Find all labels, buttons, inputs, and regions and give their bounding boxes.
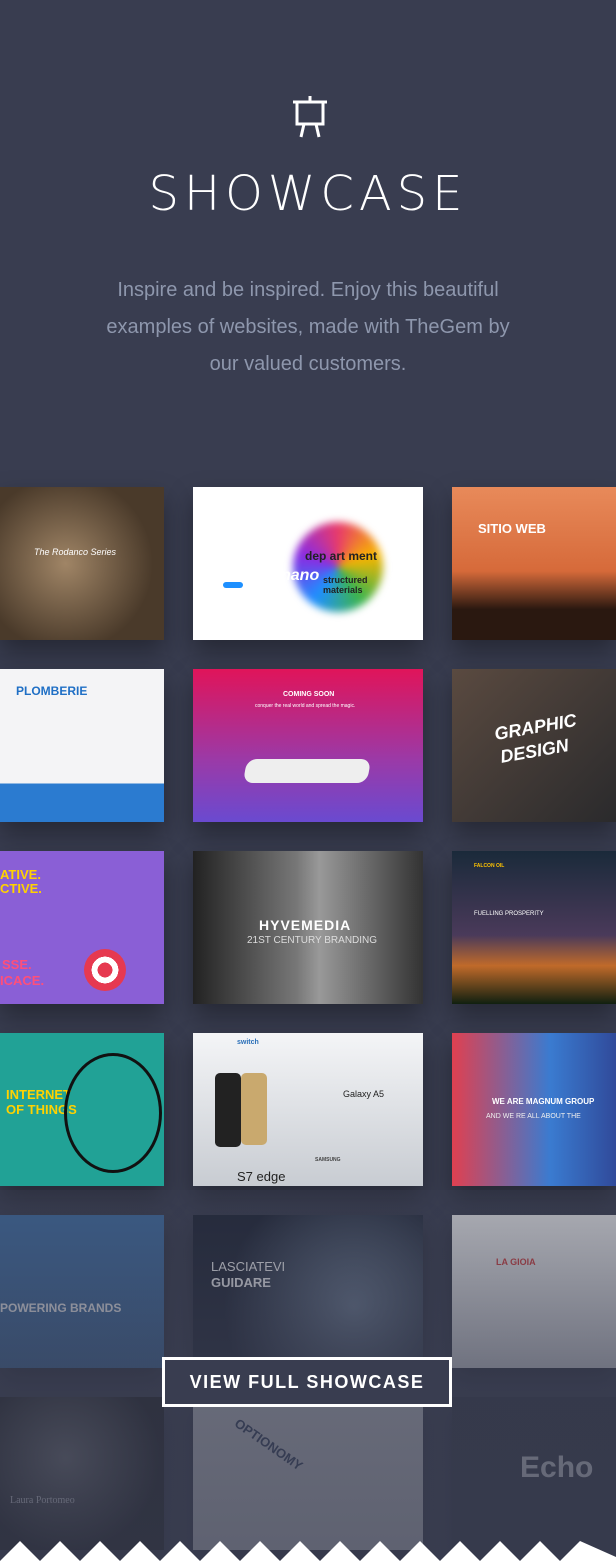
thumb-text: Laura Portomeo <box>10 1495 75 1506</box>
showcase-thumb-la-gioia[interactable]: LA GIOIA <box>452 1215 616 1368</box>
showcase-thumb-department[interactable]: dep art ment nano structured materials <box>193 487 423 640</box>
thumb-text: COMING SOON <box>283 691 335 698</box>
thumb-text: SITIO WEB <box>478 521 546 536</box>
showcase-thumb-weblugano[interactable]: LASCIATEVI GUIDARE <box>193 1215 423 1368</box>
thumb-text: LASCIATEVI <box>211 1259 286 1274</box>
showcase-thumb-laura-portomeo[interactable]: Laura Portomeo <box>0 1397 164 1550</box>
thumb-text: FUELLING PROSPERITY <box>474 911 544 917</box>
showcase-thumb-rodanco[interactable]: The Rodanco Series <box>0 487 164 640</box>
thumb-text: 21ST CENTURY BRANDING <box>247 935 378 946</box>
page-title: SHOWCASE <box>148 166 468 222</box>
showcase-thumb-graphic-design[interactable]: GRAPHIC DESIGN <box>452 669 616 822</box>
showcase-thumb-creative[interactable]: ATIVE. CTIVE. SSE. ICACE. <box>0 851 164 1004</box>
thumb-text: ATIVE. <box>0 867 41 882</box>
showcase-thumb-powering-brands[interactable]: POWERING BRANDS <box>0 1215 164 1368</box>
showcase-thumb-hiya[interactable]: COMING SOON conquer the real world and s… <box>193 669 423 822</box>
thumb-text: nano <box>281 567 320 584</box>
thumb-text: WE ARE MAGNUM GROUP <box>492 1097 595 1106</box>
thumb-text: conquer the real world and spread the ma… <box>255 703 356 709</box>
thumb-text: Galaxy A5 <box>343 1089 385 1099</box>
showcase-thumb-switch[interactable]: switch Galaxy A5 SAMSUNG S7 edge <box>193 1033 423 1186</box>
showcase-thumb-sitio-web[interactable]: SITIO WEB <box>452 487 616 640</box>
showcase-thumb-iot[interactable]: INTERNET OF THINGS <box>0 1033 164 1186</box>
thumb-text: ICACE. <box>0 973 45 988</box>
thumb-text: The Rodanco Series <box>34 547 117 557</box>
showcase-thumb-magnum[interactable]: WE ARE MAGNUM GROUP AND WE RE ALL ABOUT … <box>452 1033 616 1186</box>
showcase-thumb-plomberie[interactable]: PLOMBERIE <box>0 669 164 822</box>
thumb-text: S7 edge <box>237 1169 286 1184</box>
thumb-text: structured materials <box>323 575 368 595</box>
presentation-easel-icon <box>293 96 327 138</box>
view-full-showcase-button[interactable]: VIEW FULL SHOWCASE <box>162 1357 452 1407</box>
thumb-text: Echo <box>520 1451 594 1484</box>
thumb-text: HYVEMEDIA <box>259 917 352 933</box>
thumb-text: PLOMBERIE <box>16 684 88 698</box>
showcase-thumb-falcon-oil[interactable]: FALCON OIL FUELLING PROSPERITY <box>452 851 616 1004</box>
thumb-text: CTIVE. <box>0 881 42 896</box>
thumb-text: OPTIONOMY <box>231 1415 306 1474</box>
thumb-text: FALCON OIL <box>474 863 505 869</box>
thumb-text: GUIDARE <box>211 1275 271 1290</box>
page-subtitle: Inspire and be inspired. Enjoy this beau… <box>106 279 510 375</box>
thumb-text: switch <box>237 1039 259 1046</box>
thumb-text: SAMSUNG <box>315 1157 341 1163</box>
showcase-thumb-optionomy[interactable]: OPTIONOMY <box>193 1397 423 1550</box>
thumb-text: dep art ment <box>305 549 378 563</box>
thumb-text: LA GIOIA <box>496 1257 536 1267</box>
thumb-text: POWERING BRANDS <box>0 1301 122 1315</box>
thumb-text: INTERNET <box>6 1087 71 1102</box>
showcase-thumb-hyvemedia[interactable]: HYVEMEDIA 21ST CENTURY BRANDING <box>193 851 423 1004</box>
zigzag-divider <box>0 1541 616 1561</box>
thumb-text: SSE. <box>2 957 32 972</box>
showcase-thumb-echo[interactable]: Echo <box>452 1397 616 1550</box>
thumb-text: AND WE RE ALL ABOUT THE <box>486 1113 581 1120</box>
